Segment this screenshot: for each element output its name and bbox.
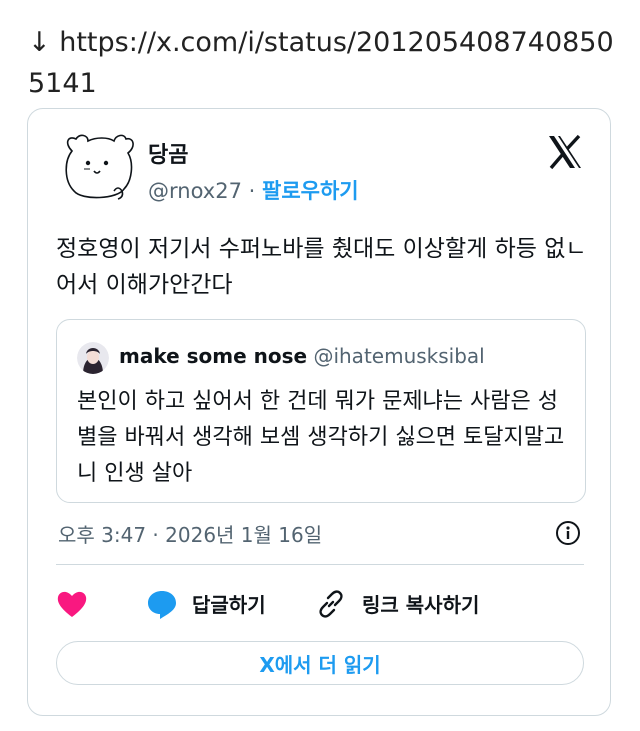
quoted-tweet-text: 본인이 하고 싶어서 한 건데 뭐가 문제냐는 사람은 성별을 바꿔서 생각해 … — [77, 389, 565, 486]
tweet-text: 정호영이 저기서 수퍼노바를 췄대도 이상할게 하등 없ㄴ어서 이해가안간다 — [56, 236, 587, 298]
quoted-author-handle[interactable]: @ihatemusksibal — [313, 344, 484, 368]
separator-dot: · — [248, 179, 256, 203]
speech-bubble-icon[interactable] — [146, 589, 178, 619]
embedded-tweet-card: 당곰 @rnox27 · 팔로우하기 정호영이 저기서 수퍼노바를 췄대도 이상… — [27, 108, 611, 716]
status-link[interactable]: ↓ https://x.com/i/status/201205408740850… — [28, 22, 628, 104]
quoted-author-row: make some nose @ihatemusksibal — [119, 344, 485, 368]
divider — [56, 564, 584, 565]
info-icon[interactable] — [554, 519, 582, 547]
copy-link-button[interactable]: 링크 복사하기 — [362, 589, 479, 618]
x-logo-icon[interactable] — [546, 133, 584, 171]
quoted-author-avatar[interactable] — [77, 342, 109, 374]
status-url[interactable]: https://x.com/i/status/20120540874085051… — [28, 27, 614, 99]
author-handle[interactable]: @rnox27 — [148, 179, 242, 203]
author-name[interactable]: 당곰 — [148, 137, 188, 169]
tweet-timestamp[interactable]: 오후 3:47 · 2026년 1월 16일 — [58, 519, 322, 548]
quoted-author-name[interactable]: make some nose — [119, 344, 307, 368]
down-arrow-icon: ↓ — [28, 27, 51, 58]
author-handle-row: @rnox27 · 팔로우하기 — [148, 175, 359, 205]
reply-button[interactable]: 답글하기 — [192, 589, 266, 618]
follow-button[interactable]: 팔로우하기 — [262, 179, 359, 203]
action-bar: 답글하기 링크 복사하기 — [56, 587, 596, 621]
bear-avatar[interactable] — [58, 129, 138, 209]
read-more-on-x-button[interactable]: X에서 더 읽기 — [56, 641, 584, 685]
heart-icon[interactable] — [56, 589, 88, 619]
link-icon[interactable] — [316, 589, 346, 619]
quoted-tweet[interactable]: make some nose @ihatemusksibal 본인이 하고 싶어… — [56, 319, 586, 503]
